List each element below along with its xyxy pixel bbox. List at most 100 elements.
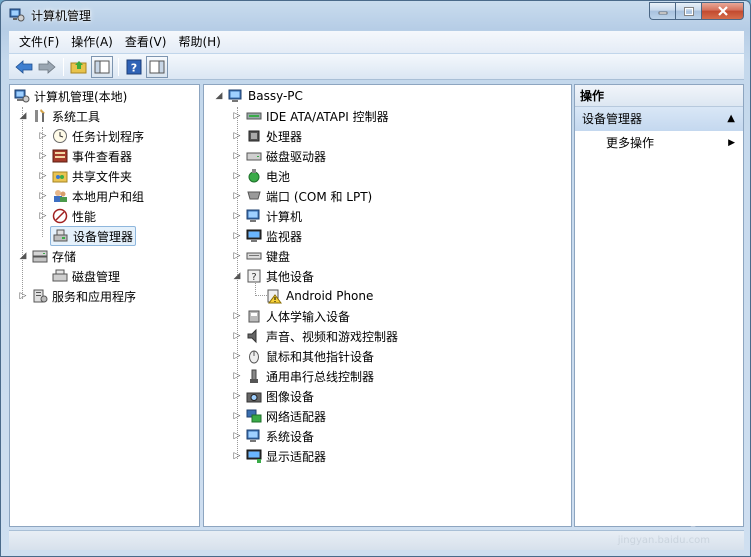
device-category-label: 其他设备 xyxy=(266,269,315,284)
device-category-ports-com-lpt[interactable]: ▷ 端口 (COM 和 LPT) xyxy=(232,186,373,206)
device-category-label: 处理器 xyxy=(266,129,303,144)
console-tree-pane: 计算机管理(本地) ◢ 系统工具 ▷ 任务计划程序 ▷ 事件查看器 ▷ 共享文件… xyxy=(9,84,200,527)
system-tools-icon xyxy=(35,109,45,122)
tree-item-task-scheduler[interactable]: ▷ 任务计划程序 xyxy=(38,126,144,146)
device-category-label: 通用串行总线控制器 xyxy=(266,369,375,384)
device-manager-icon xyxy=(53,229,68,242)
tree-item-storage[interactable]: ◢ 存储 xyxy=(18,246,76,266)
device-category-disk-drives[interactable]: ▷ 磁盘驱动器 xyxy=(232,146,326,166)
device-category-other-devices[interactable]: ◢? 其他设备 xyxy=(232,266,314,286)
menu-view[interactable]: 查看(V) xyxy=(119,32,173,52)
device-category-human-interface-devices[interactable]: ▷ 人体学输入设备 xyxy=(232,306,350,326)
expand-arrow-icon[interactable]: ▷ xyxy=(38,151,48,161)
tree-label: 磁盘管理 xyxy=(72,269,121,284)
expand-arrow-icon[interactable]: ▷ xyxy=(232,211,242,221)
actions-section-device-manager[interactable]: 设备管理器 ▲ xyxy=(575,107,743,131)
collapse-arrow-icon[interactable]: ◢ xyxy=(18,111,28,121)
tree-item-performance[interactable]: ▷ 性能 xyxy=(38,206,96,226)
minimize-button[interactable] xyxy=(649,2,675,20)
device-category-keyboards[interactable]: ▷ 键盘 xyxy=(232,246,290,266)
device-android-phone[interactable]: Android Phone xyxy=(266,286,373,306)
collapse-arrow-icon[interactable]: ◢ xyxy=(232,271,242,281)
device-category-processors[interactable]: ▷ 处理器 xyxy=(232,126,302,146)
device-category-imaging-devices[interactable]: ▷ 图像设备 xyxy=(232,386,314,406)
expand-arrow-icon[interactable]: ▷ xyxy=(232,251,242,261)
expand-arrow-icon[interactable]: ▷ xyxy=(232,311,242,321)
tree-item-services-applications[interactable]: ▷ 服务和应用程序 xyxy=(18,286,136,306)
help-button[interactable]: ? xyxy=(123,56,145,78)
show-hide-action-pane-button[interactable] xyxy=(146,55,168,78)
tree-item-system-tools[interactable]: ◢ 系统工具 xyxy=(18,106,100,126)
expand-arrow-icon[interactable]: ▷ xyxy=(232,331,242,341)
tree-item-shared-folders[interactable]: ▷ 共享文件夹 xyxy=(38,166,132,186)
expand-arrow-icon[interactable]: ▷ xyxy=(232,371,242,381)
tree-item-device-manager[interactable]: 设备管理器 xyxy=(50,226,137,246)
collapse-arrow-icon[interactable]: ◢ xyxy=(18,251,28,261)
device-category-network-adapters[interactable]: ▷ 网络适配器 xyxy=(232,406,326,426)
performance-icon xyxy=(52,208,68,224)
device-category-usb-controllers[interactable]: ▷ 通用串行总线控制器 xyxy=(232,366,374,386)
device-category-ide-ata-atapi-controllers[interactable]: ▷ IDE ATA/ATAPI 控制器 xyxy=(232,106,389,126)
show-hide-console-tree-button[interactable] xyxy=(91,55,113,78)
menu-bar: 文件(F) 操作(A) 查看(V) 帮助(H) xyxy=(9,31,744,53)
network-adapter-icon xyxy=(246,409,262,423)
expand-arrow-icon[interactable]: ▷ xyxy=(232,411,242,421)
menu-action[interactable]: 操作(A) xyxy=(65,32,119,52)
expand-arrow-icon[interactable]: ▷ xyxy=(18,291,28,301)
tree-item-event-viewer[interactable]: ▷ 事件查看器 xyxy=(38,146,132,166)
expand-arrow-icon[interactable]: ▷ xyxy=(232,231,242,241)
expand-arrow-icon[interactable]: ▷ xyxy=(232,151,242,161)
expand-arrow-icon[interactable]: ▷ xyxy=(232,191,242,201)
tree-label: 任务计划程序 xyxy=(72,129,145,144)
tree-label: 计算机管理(本地) xyxy=(34,89,128,104)
expand-arrow-icon[interactable]: ▷ xyxy=(38,211,48,221)
port-icon xyxy=(247,191,261,200)
expand-arrow-icon[interactable]: ▷ xyxy=(232,351,242,361)
close-button[interactable] xyxy=(701,2,744,20)
tree-label: 设备管理器 xyxy=(73,229,134,244)
collapse-up-icon[interactable]: ▲ xyxy=(727,107,735,131)
tree-item-computer-management-local[interactable]: 计算机管理(本地) xyxy=(14,86,127,106)
tree-item-disk-management[interactable]: 磁盘管理 xyxy=(52,266,120,286)
watermark-url: jingyan.baidu.com xyxy=(617,535,710,546)
expand-arrow-icon[interactable]: ▷ xyxy=(232,171,242,181)
tree-label: 事件查看器 xyxy=(72,149,133,164)
services-icon xyxy=(33,289,48,303)
device-category-label: 端口 (COM 和 LPT) xyxy=(266,189,373,204)
expand-arrow-icon[interactable]: ▷ xyxy=(232,131,242,141)
folder-up-icon xyxy=(70,60,87,73)
collapse-arrow-icon[interactable]: ◢ xyxy=(214,91,224,101)
title-bar[interactable]: 计算机管理 xyxy=(1,1,750,29)
device-category-system-devices[interactable]: ▷ 系统设备 xyxy=(232,426,314,446)
expand-arrow-icon[interactable]: ▷ xyxy=(38,131,48,141)
usb-icon xyxy=(250,369,258,383)
device-category-batteries[interactable]: ▷ 电池 xyxy=(232,166,290,186)
toolbar: ? xyxy=(9,54,744,80)
forward-button[interactable] xyxy=(36,56,58,78)
expand-arrow-icon[interactable]: ▷ xyxy=(38,191,48,201)
tree-item-local-users-groups[interactable]: ▷ 本地用户和组 xyxy=(38,186,144,206)
imaging-device-icon xyxy=(246,392,262,403)
more-actions-item[interactable]: 更多操作 ▶ xyxy=(575,131,743,155)
device-category-display-adapters[interactable]: ▷ 显示适配器 xyxy=(232,446,326,466)
computer-icon xyxy=(228,89,242,102)
tree-label: 服务和应用程序 xyxy=(52,289,137,304)
clock-icon xyxy=(53,129,67,143)
back-button[interactable] xyxy=(13,56,35,78)
up-level-button[interactable] xyxy=(68,56,90,78)
expand-arrow-icon[interactable]: ▷ xyxy=(232,391,242,401)
device-category-sound-video-game-controllers[interactable]: ▷ 声音、视频和游戏控制器 xyxy=(232,326,398,346)
menu-file[interactable]: 文件(F) xyxy=(13,32,65,52)
expand-arrow-icon[interactable]: ▷ xyxy=(232,431,242,441)
device-category-computer[interactable]: ▷ 计算机 xyxy=(232,206,302,226)
device-tree-root[interactable]: ◢ Bassy-PC xyxy=(214,86,303,106)
device-category-monitors[interactable]: ▷ 监视器 xyxy=(232,226,302,246)
maximize-button[interactable] xyxy=(675,2,701,20)
action-pane-icon xyxy=(149,60,165,73)
device-category-mice-pointing-devices[interactable]: ▷ 鼠标和其他指针设备 xyxy=(232,346,374,366)
menu-help[interactable]: 帮助(H) xyxy=(172,32,226,52)
expand-arrow-icon[interactable]: ▷ xyxy=(38,171,48,181)
expand-arrow-icon[interactable]: ▷ xyxy=(232,111,242,121)
actions-header: 操作 xyxy=(575,85,743,107)
expand-arrow-icon[interactable]: ▷ xyxy=(232,451,242,461)
